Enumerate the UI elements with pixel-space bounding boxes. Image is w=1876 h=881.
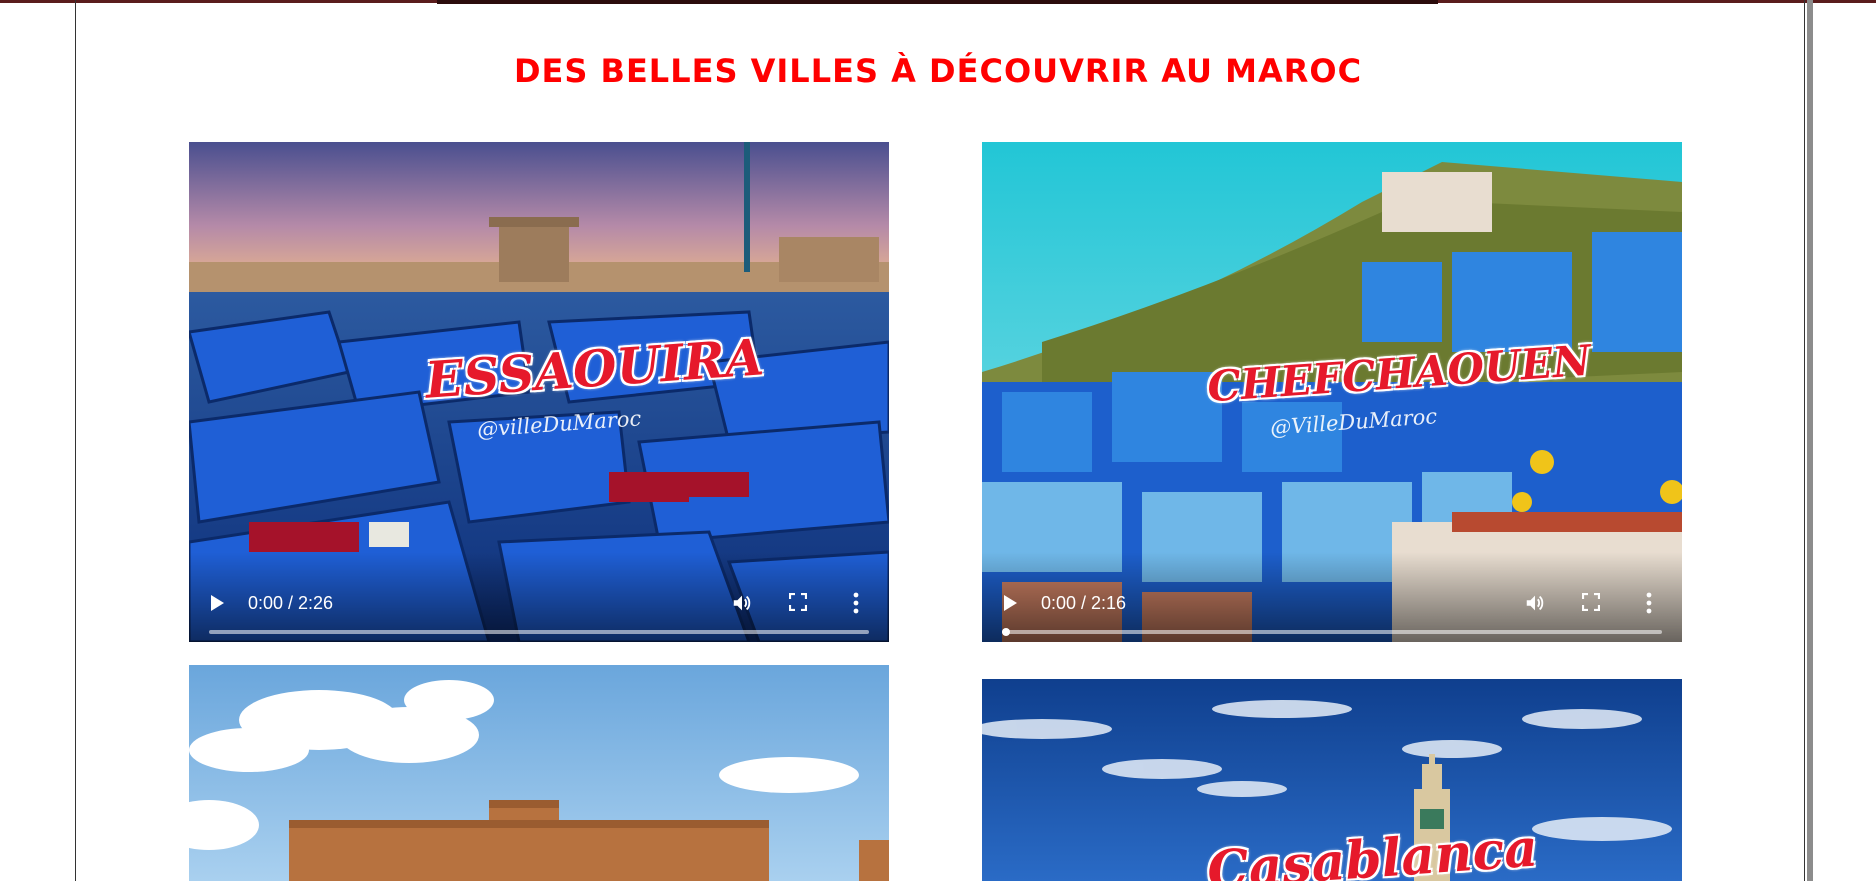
video-player-chefchaouen[interactable]: CHEFCHAOUEN @VilleDuMaroc 0:00 / 2:16: [982, 142, 1682, 642]
header-rule: [437, 0, 1438, 4]
more-options-icon[interactable]: [1646, 592, 1652, 614]
video-progress-bar[interactable]: [209, 630, 869, 634]
play-icon[interactable]: [211, 595, 224, 611]
play-icon[interactable]: [1004, 595, 1017, 611]
video-time: 0:00 / 2:26: [248, 593, 334, 613]
scroll-edge: [1807, 0, 1813, 881]
video-controls: 0:00 / 2:16: [982, 552, 1682, 642]
kasbah-thumbnail: [189, 665, 889, 881]
volume-icon[interactable]: [731, 592, 753, 614]
page-title: DES BELLES VILLES À DÉCOUVRIR AU MAROC: [513, 52, 1363, 90]
fullscreen-icon[interactable]: [1582, 593, 1600, 611]
fullscreen-icon[interactable]: [789, 593, 807, 611]
video-player-casablanca[interactable]: Casablanca: [982, 679, 1682, 881]
video-player-kasbah[interactable]: [189, 665, 889, 881]
video-controls: 0:00 / 2:26: [189, 552, 889, 642]
video-time: 0:00 / 2:16: [1041, 593, 1127, 613]
video-player-essaouira[interactable]: ESSAOUIRA @villeDuMaroc 0:00 / 2:26: [189, 142, 889, 642]
video-progress-thumb[interactable]: [1002, 628, 1010, 636]
volume-icon[interactable]: [1524, 592, 1546, 614]
video-progress-bar[interactable]: [1002, 628, 1662, 636]
more-options-icon[interactable]: [853, 592, 859, 614]
